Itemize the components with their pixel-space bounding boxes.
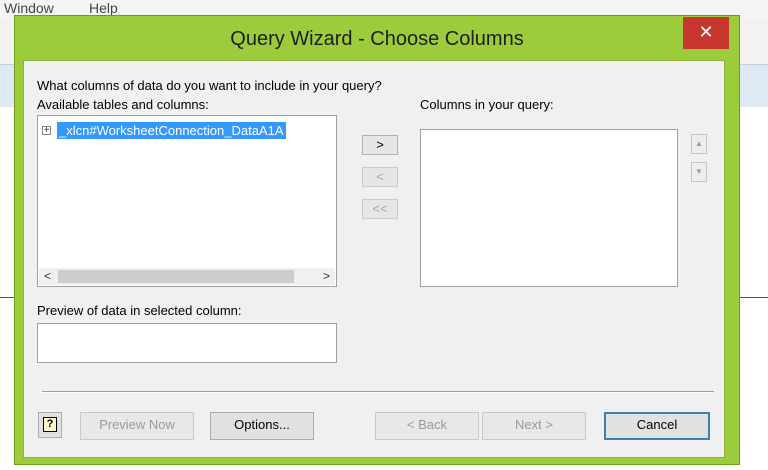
scrollbar-thumb[interactable] (58, 270, 294, 283)
scroll-right-arrow-icon[interactable]: > (318, 268, 335, 285)
title-bar[interactable]: Query Wizard - Choose Columns ✕ (15, 16, 739, 60)
menu-window[interactable]: Window (4, 0, 54, 16)
cancel-button[interactable]: Cancel (604, 412, 710, 440)
prompt-text: What columns of data do you want to incl… (37, 78, 382, 93)
query-wizard-dialog: Query Wizard - Choose Columns ✕ What col… (14, 15, 740, 465)
help-icon: ? (43, 417, 57, 432)
help-button[interactable]: ? (38, 412, 62, 438)
add-column-button[interactable]: > (362, 135, 398, 155)
button-separator (42, 391, 714, 393)
back-button[interactable]: < Back (375, 412, 479, 440)
move-down-button[interactable]: ▼ (691, 162, 707, 182)
background-divider-left (0, 297, 14, 298)
move-up-button[interactable]: ▲ (691, 134, 707, 154)
preview-now-button[interactable]: Preview Now (80, 412, 194, 440)
options-button[interactable]: Options... (210, 412, 314, 440)
arrow-up-icon: ▲ (695, 139, 703, 148)
expand-plus-icon[interactable]: + (42, 125, 51, 135)
dialog-client-area: What columns of data do you want to incl… (23, 60, 725, 458)
background-divider-right (740, 297, 768, 298)
tree-item[interactable]: + _xlcn#WorksheetConnection_DataA1A (42, 121, 286, 139)
close-button[interactable]: ✕ (683, 17, 729, 49)
available-columns-list[interactable]: + _xlcn#WorksheetConnection_DataA1A < > (37, 115, 337, 287)
preview-label: Preview of data in selected column: (37, 303, 242, 318)
close-icon: ✕ (698, 22, 714, 42)
columns-in-query-label: Columns in your query: (420, 97, 554, 112)
dialog-title: Query Wizard - Choose Columns (230, 28, 524, 50)
remove-column-button[interactable]: < (362, 167, 398, 187)
available-columns-label: Available tables and columns: (37, 97, 209, 112)
scroll-left-arrow-icon[interactable]: < (39, 268, 56, 285)
tree-item-label[interactable]: _xlcn#WorksheetConnection_DataA1A (57, 121, 286, 139)
horizontal-scrollbar[interactable]: < > (39, 268, 335, 285)
preview-box (37, 323, 337, 363)
menu-help[interactable]: Help (89, 0, 118, 16)
remove-all-columns-button[interactable]: << (362, 199, 398, 219)
arrow-down-icon: ▼ (695, 167, 703, 176)
next-button[interactable]: Next > (482, 412, 586, 440)
query-columns-list[interactable] (420, 129, 678, 287)
